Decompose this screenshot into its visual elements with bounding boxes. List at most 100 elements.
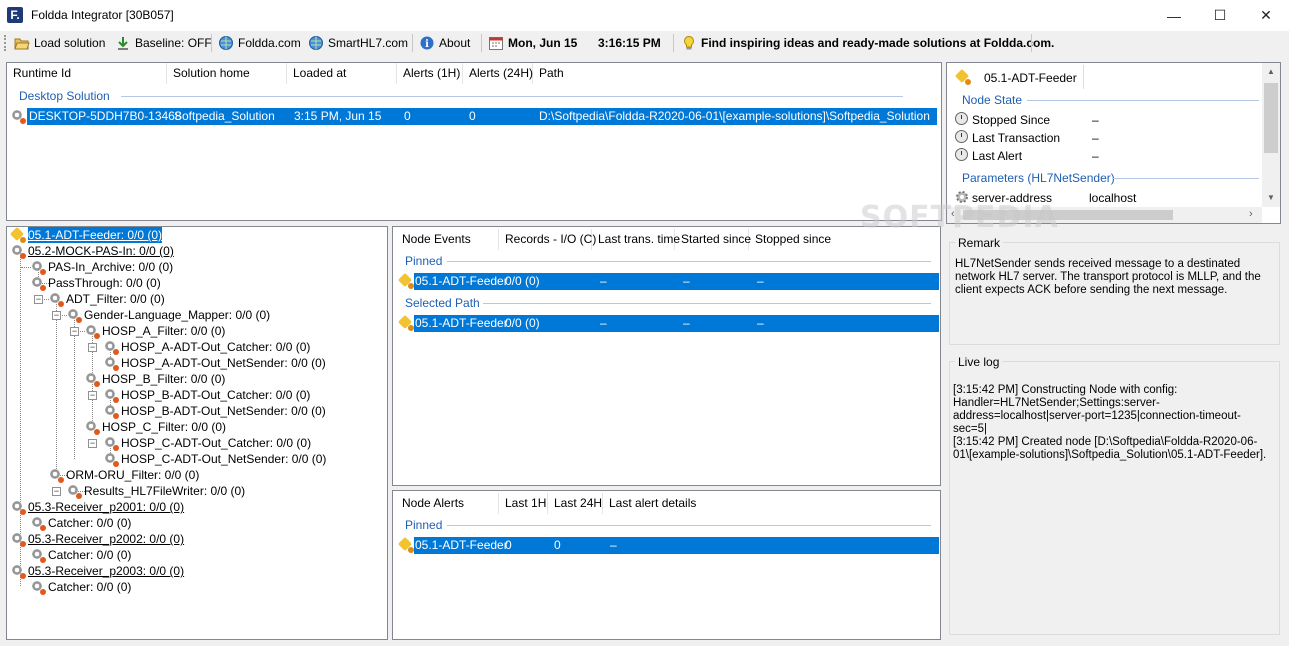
tree-node[interactable]: ADT_Filter: 0/0 (0) (48, 291, 165, 307)
tree-collapse-toggle[interactable]: − (88, 439, 97, 448)
table-row[interactable]: 05.1-ADT-Feeder 0/0 (0) – – – (414, 273, 939, 290)
scroll-down-icon[interactable]: ▼ (1267, 193, 1275, 202)
column-header[interactable]: Alerts (24H) (463, 63, 533, 84)
minimize-button[interactable]: — (1151, 0, 1197, 31)
node-events-list[interactable]: Node Events Records - I/O (C) Last trans… (392, 226, 941, 486)
tip-label: Find inspiring ideas and ready-made solu… (701, 36, 1055, 50)
column-header[interactable]: Node Alerts (396, 493, 499, 514)
group-divider (447, 261, 931, 262)
tree-node[interactable]: ORM-ORU_Filter: 0/0 (0) (48, 467, 199, 483)
tree-node[interactable]: Catcher: 0/0 (0) (30, 547, 131, 563)
tree-collapse-toggle[interactable]: − (34, 295, 43, 304)
tree-collapse-toggle[interactable]: − (88, 343, 97, 352)
table-row[interactable]: 05.1-ADT-Feeder 0/0 (0) – – – (414, 315, 939, 332)
node-icon (48, 467, 64, 483)
toolbar-separator (481, 34, 482, 52)
solution-home-cell: Softpedia_Solution (174, 109, 275, 123)
tree-node[interactable]: Catcher: 0/0 (0) (30, 515, 131, 531)
node-icon (48, 291, 64, 307)
node-icon (66, 307, 82, 323)
column-header[interactable]: Last trans. time (592, 229, 680, 250)
tree-node-label: ADT_Filter: 0/0 (0) (66, 292, 165, 306)
about-button[interactable]: i About (419, 31, 470, 55)
runtime-list[interactable]: Runtime Id Solution home Loaded at Alert… (6, 62, 942, 221)
globe-icon (218, 35, 234, 51)
tree-node-label: Gender-Language_Mapper: 0/0 (0) (84, 308, 271, 322)
column-header[interactable]: Node Events (396, 229, 499, 250)
tree-node-label: HOSP_A_Filter: 0/0 (0) (102, 324, 226, 338)
tree-node[interactable]: HOSP_B-ADT-Out_Catcher: 0/0 (0) (103, 387, 310, 403)
baseline-button[interactable]: Baseline: OFF (115, 31, 212, 55)
node-icon (10, 499, 26, 515)
node-icon (84, 419, 100, 435)
tree-node-label: Catcher: 0/0 (0) (48, 548, 132, 562)
tree-node[interactable]: HOSP_C_Filter: 0/0 (0) (84, 419, 226, 435)
column-header[interactable]: Path (533, 63, 941, 84)
pinned-node-icon (10, 227, 26, 243)
table-row[interactable]: 05.1-ADT-Feeder 0 0 – (414, 537, 939, 554)
smarthl7-link-button[interactable]: SmartHL7.com (308, 31, 408, 55)
tree-node[interactable]: Results_HL7FileWriter: 0/0 (0) (66, 483, 245, 499)
tree-node[interactable]: PassThrough: 0/0 (0) (30, 275, 161, 291)
clock-icon (955, 130, 968, 146)
group-header: Selected Path (405, 296, 480, 310)
tree-collapse-toggle[interactable]: − (52, 487, 61, 496)
column-header[interactable]: Records - I/O (C) (499, 229, 596, 250)
tree-node[interactable]: PAS-In_Archive: 0/0 (0) (30, 259, 173, 275)
maximize-button[interactable]: ☐ (1197, 0, 1243, 31)
tree-node[interactable]: 05.2-MOCK-PAS-In: 0/0 (0) (10, 243, 174, 259)
tree-node[interactable]: Gender-Language_Mapper: 0/0 (0) (66, 307, 270, 323)
tree-node[interactable]: HOSP_A_Filter: 0/0 (0) (84, 323, 225, 339)
vertical-scrollbar[interactable]: ▲ ▼ (1262, 63, 1280, 207)
column-header[interactable]: Solution home (167, 63, 287, 84)
tree-node-label: HOSP_B-ADT-Out_Catcher: 0/0 (0) (121, 388, 311, 402)
node-alerts-list[interactable]: Node Alerts Last 1H Last 24H Last alert … (392, 490, 941, 640)
column-header[interactable]: Loaded at (287, 63, 397, 84)
tree-node[interactable]: 05.3-Receiver_p2001: 0/0 (0) (10, 499, 184, 515)
node-icon (30, 579, 46, 595)
last-transaction-value: – (1092, 131, 1099, 145)
scroll-right-icon[interactable]: › (1249, 208, 1253, 220)
property-tab[interactable]: 05.1-ADT-Feeder (984, 71, 1077, 85)
server-address-value[interactable]: localhost (1089, 191, 1136, 205)
column-header[interactable]: Last alert details (603, 493, 939, 514)
column-header[interactable]: Started since (675, 229, 751, 250)
tree-node[interactable]: 05.3-Receiver_p2002: 0/0 (0) (10, 531, 184, 547)
tree-node[interactable]: HOSP_A-ADT-Out_NetSender: 0/0 (0) (103, 355, 326, 371)
load-solution-button[interactable]: Load solution (14, 31, 105, 55)
stopped-cell: – (757, 316, 764, 330)
tree-node[interactable]: HOSP_B_Filter: 0/0 (0) (84, 371, 225, 387)
node-icon (103, 435, 119, 451)
column-header[interactable]: Last 1H (499, 493, 548, 514)
tree-collapse-toggle[interactable]: − (52, 311, 61, 320)
node-tree[interactable]: − − − − − − − 05.1-ADT-Feeder: 0/0 (0) 0… (6, 226, 388, 640)
column-header[interactable]: Runtime Id (7, 63, 167, 84)
tree-node[interactable]: HOSP_A-ADT-Out_Catcher: 0/0 (0) (103, 339, 310, 355)
toolbar-grip[interactable] (4, 35, 7, 51)
title-bar (0, 0, 1289, 31)
tree-node[interactable]: HOSP_B-ADT-Out_NetSender: 0/0 (0) (103, 403, 326, 419)
tree-node[interactable]: HOSP_C-ADT-Out_NetSender: 0/0 (0) (103, 451, 326, 467)
folder-open-icon (14, 35, 30, 51)
stopped-since-value: – (1092, 113, 1099, 127)
tree-node-label: 05.2-MOCK-PAS-In: 0/0 (0) (28, 244, 174, 258)
foldda-link-button[interactable]: Foldda.com (218, 31, 301, 55)
tree-collapse-toggle[interactable]: − (70, 327, 79, 336)
tip-link[interactable]: Find inspiring ideas and ready-made solu… (681, 31, 1054, 55)
tree-node-label: Catcher: 0/0 (0) (48, 580, 132, 594)
scrollbar-thumb[interactable] (1264, 83, 1278, 153)
column-header[interactable]: Last 24H (548, 493, 603, 514)
column-header[interactable]: Alerts (1H) (397, 63, 463, 84)
tree-collapse-toggle[interactable]: − (88, 391, 97, 400)
live-log-text[interactable]: [3:15:42 PM] Constructing Node with conf… (953, 384, 1273, 462)
tree-node[interactable]: HOSP_C-ADT-Out_Catcher: 0/0 (0) (103, 435, 311, 451)
tree-node-label: 05.3-Receiver_p2002: 0/0 (0) (28, 532, 185, 546)
table-row[interactable]: DESKTOP-5DDH7B0-13468 Softpedia_Solution… (27, 108, 937, 125)
load-solution-label: Load solution (34, 36, 106, 50)
tree-connector (56, 299, 57, 475)
close-button[interactable]: ✕ (1243, 0, 1289, 31)
tree-node[interactable]: 05.1-ADT-Feeder: 0/0 (0) (10, 227, 163, 243)
scroll-up-icon[interactable]: ▲ (1267, 67, 1275, 76)
tree-node[interactable]: Catcher: 0/0 (0) (30, 579, 131, 595)
tree-node[interactable]: 05.3-Receiver_p2003: 0/0 (0) (10, 563, 184, 579)
